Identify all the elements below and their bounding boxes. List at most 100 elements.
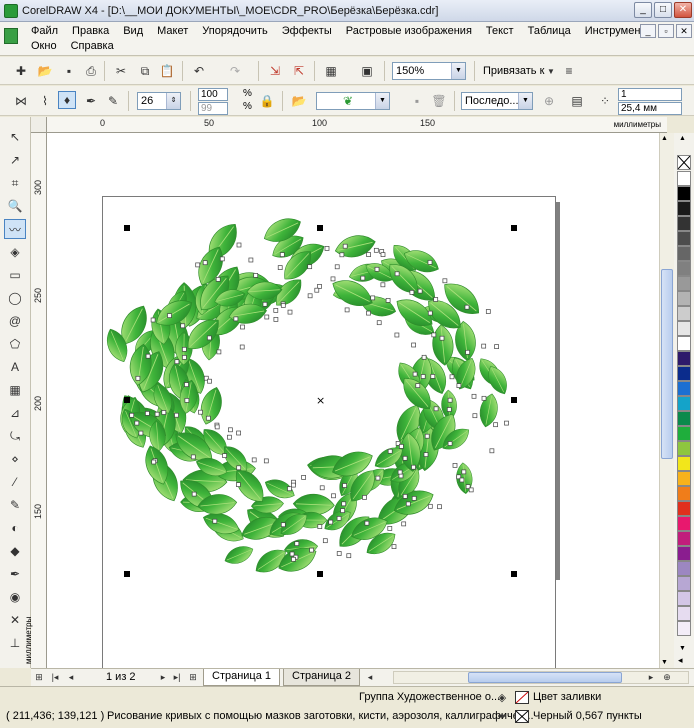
path-node[interactable] — [324, 246, 330, 251]
scroll-down-icon[interactable]: ▼ — [661, 659, 668, 666]
path-node[interactable] — [339, 252, 345, 258]
path-node[interactable] — [330, 276, 336, 282]
selection-handle[interactable] — [124, 225, 130, 231]
path-node[interactable] — [214, 424, 220, 430]
path-node[interactable] — [494, 344, 499, 349]
path-node[interactable] — [344, 307, 350, 313]
path-node[interactable] — [401, 521, 407, 527]
path-node[interactable] — [366, 252, 371, 257]
path-node[interactable] — [411, 496, 417, 501]
color-swatch[interactable] — [677, 516, 691, 531]
birch-wreath-artwork[interactable]: × — [0, 0, 694, 728]
path-node[interactable] — [202, 260, 208, 266]
path-node[interactable] — [421, 354, 427, 360]
path-node[interactable] — [289, 551, 295, 557]
path-node[interactable] — [307, 264, 313, 270]
path-node[interactable] — [412, 371, 418, 377]
path-node[interactable] — [174, 412, 179, 418]
path-node[interactable] — [145, 353, 151, 359]
path-node[interactable] — [182, 346, 187, 352]
path-node[interactable] — [489, 448, 495, 454]
path-node[interactable] — [427, 503, 433, 509]
color-swatch[interactable] — [677, 471, 691, 486]
next-page-icon[interactable]: ▸ — [157, 671, 169, 684]
path-node[interactable] — [447, 441, 453, 446]
path-node[interactable] — [138, 430, 144, 436]
scroll-right-icon[interactable]: ▸ — [645, 671, 657, 684]
path-node[interactable] — [336, 516, 342, 521]
path-node[interactable] — [472, 413, 478, 419]
center-marker-icon[interactable]: × — [316, 394, 325, 407]
path-node[interactable] — [322, 538, 328, 544]
path-node[interactable] — [411, 342, 416, 348]
path-node[interactable] — [411, 464, 416, 470]
path-node[interactable] — [150, 317, 156, 323]
selection-handle[interactable] — [317, 571, 323, 577]
path-node[interactable] — [184, 398, 190, 403]
path-node[interactable] — [309, 547, 314, 553]
tab-page-1[interactable]: Страница 1 — [203, 669, 281, 686]
path-node[interactable] — [370, 295, 376, 301]
path-node[interactable] — [236, 465, 242, 471]
path-node[interactable] — [273, 308, 279, 313]
color-swatch[interactable] — [677, 456, 691, 471]
first-page-icon[interactable]: |◂ — [49, 671, 61, 684]
path-node[interactable] — [464, 304, 470, 310]
fill-bucket-icon[interactable]: ◈ — [494, 689, 510, 705]
path-node[interactable] — [280, 303, 286, 308]
selection-handle[interactable] — [124, 397, 130, 403]
path-node[interactable] — [433, 297, 439, 302]
no-color-swatch[interactable] — [677, 155, 691, 170]
path-node[interactable] — [233, 316, 239, 322]
path-node[interactable] — [236, 430, 241, 436]
path-node[interactable] — [481, 395, 487, 401]
path-node[interactable] — [430, 374, 436, 379]
path-node[interactable] — [219, 256, 225, 262]
path-node[interactable] — [387, 526, 393, 531]
path-node[interactable] — [424, 433, 430, 439]
path-node[interactable] — [373, 247, 379, 253]
path-node[interactable] — [374, 266, 380, 272]
color-swatch[interactable] — [677, 606, 691, 621]
path-node[interactable] — [317, 524, 323, 529]
path-node[interactable] — [399, 444, 404, 449]
path-node[interactable] — [331, 493, 336, 499]
vertical-scroll-thumb[interactable] — [661, 269, 673, 459]
color-swatch[interactable] — [677, 321, 691, 336]
path-node[interactable] — [465, 349, 470, 355]
path-node[interactable] — [151, 459, 157, 465]
path-node[interactable] — [447, 397, 453, 403]
color-swatch[interactable] — [677, 621, 691, 636]
previous-page-icon[interactable]: ◂ — [65, 671, 77, 684]
color-swatch[interactable] — [677, 231, 691, 246]
path-node[interactable] — [415, 383, 421, 388]
path-node[interactable] — [195, 262, 201, 268]
path-node[interactable] — [427, 260, 433, 265]
path-node[interactable] — [420, 374, 426, 379]
path-node[interactable] — [468, 487, 474, 493]
color-swatch[interactable] — [677, 546, 691, 561]
path-node[interactable] — [184, 382, 189, 387]
path-node[interactable] — [394, 271, 400, 277]
path-node[interactable] — [236, 242, 242, 248]
path-node[interactable] — [328, 519, 334, 525]
path-node[interactable] — [198, 409, 203, 415]
path-node[interactable] — [397, 469, 403, 475]
path-node[interactable] — [452, 463, 458, 468]
path-node[interactable] — [301, 475, 306, 480]
scroll-up-icon[interactable]: ▲ — [661, 135, 668, 142]
color-swatch[interactable] — [677, 486, 691, 501]
color-swatch[interactable] — [677, 411, 691, 426]
selection-handle[interactable] — [511, 225, 517, 231]
color-swatch[interactable] — [677, 561, 691, 576]
color-swatch[interactable] — [677, 531, 691, 546]
path-node[interactable] — [248, 257, 254, 263]
path-node[interactable] — [182, 355, 187, 360]
add-page-icon[interactable]: ⊞ — [33, 671, 45, 684]
path-node[interactable] — [216, 349, 222, 355]
path-node[interactable] — [154, 411, 160, 417]
path-node[interactable] — [134, 420, 140, 426]
color-swatch[interactable] — [677, 336, 691, 351]
path-node[interactable] — [405, 501, 411, 507]
path-node[interactable] — [240, 324, 245, 330]
